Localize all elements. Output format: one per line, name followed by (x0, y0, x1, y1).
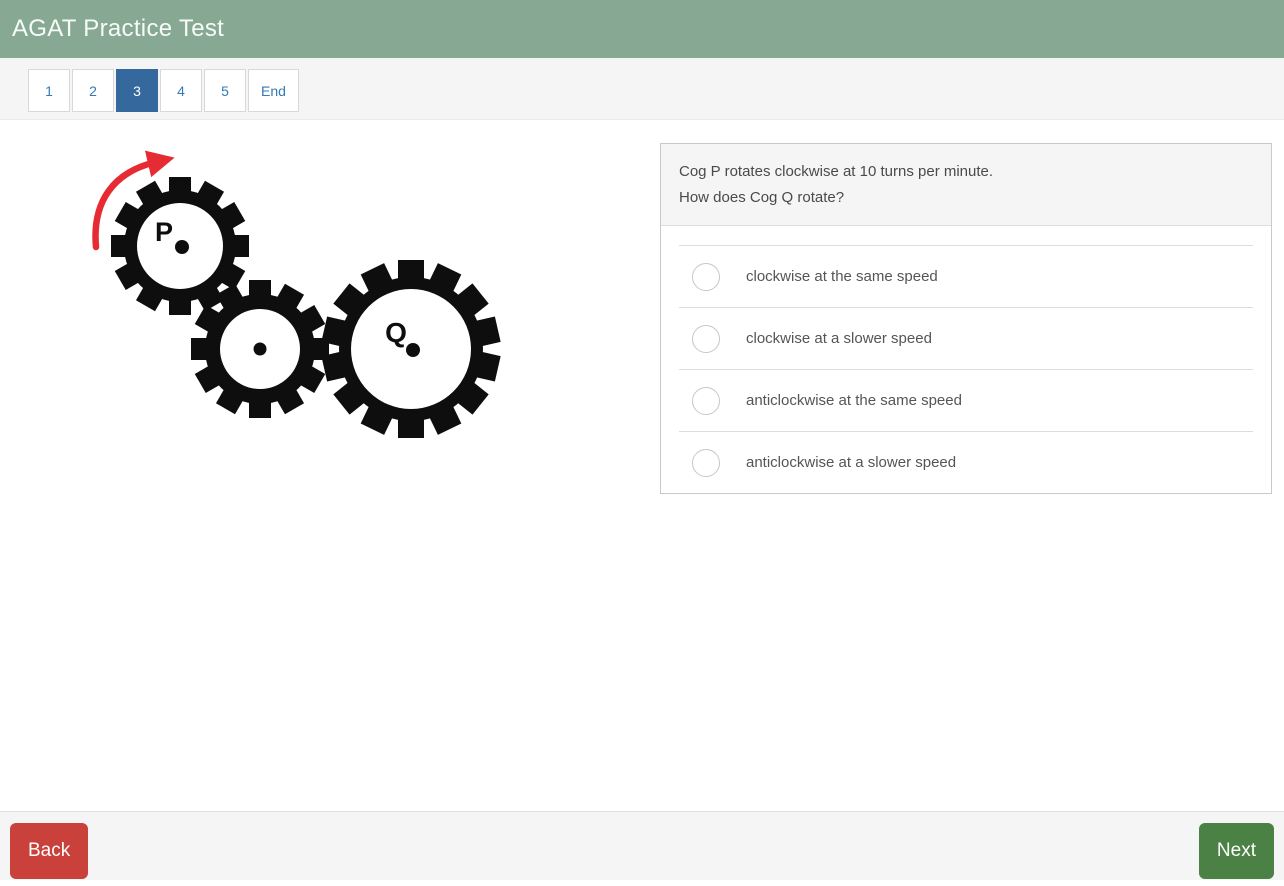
radio-button[interactable] (692, 263, 720, 291)
question-line-2: How does Cog Q rotate? (679, 185, 1253, 211)
option-label: clockwise at a slower speed (746, 330, 932, 347)
cogs-figure: P (0, 130, 560, 470)
cog-q-label: Q (385, 317, 407, 348)
radio-button[interactable] (692, 325, 720, 353)
back-button[interactable]: Back (10, 823, 88, 879)
answer-option-2[interactable]: clockwise at a slower speed (679, 307, 1253, 369)
option-label: anticlockwise at a slower speed (746, 454, 956, 471)
option-label: clockwise at the same speed (746, 268, 938, 285)
radio-button[interactable] (692, 387, 720, 415)
question-text-block: Cog P rotates clockwise at 10 turns per … (661, 144, 1271, 226)
app-header: AGAT Practice Test (0, 0, 1284, 58)
option-label: anticlockwise at the same speed (746, 392, 962, 409)
page-tab-end[interactable]: End (248, 69, 299, 112)
answer-option-3[interactable]: anticlockwise at the same speed (679, 369, 1253, 431)
cog-q: Q (321, 260, 500, 438)
answer-option-4[interactable]: anticlockwise at a slower speed (679, 431, 1253, 493)
page-title: AGAT Practice Test (12, 15, 224, 43)
question-panel: Cog P rotates clockwise at 10 turns per … (660, 143, 1272, 494)
main-content: P (0, 120, 1284, 811)
page-tab-5[interactable]: 5 (204, 69, 246, 112)
question-pagination: 1 2 3 4 5 End (0, 58, 1284, 120)
page-tab-3-active[interactable]: 3 (116, 69, 158, 112)
page-tab-4[interactable]: 4 (160, 69, 202, 112)
next-button[interactable]: Next (1199, 823, 1274, 879)
page-tab-1[interactable]: 1 (28, 69, 70, 112)
question-line-1: Cog P rotates clockwise at 10 turns per … (679, 159, 1253, 185)
page-tab-2[interactable]: 2 (72, 69, 114, 112)
footer-bar: Back Next (0, 811, 1284, 880)
radio-button[interactable] (692, 449, 720, 477)
answer-options: clockwise at the same speed clockwise at… (679, 245, 1253, 493)
cog-p-label: P (155, 217, 173, 247)
answer-option-1[interactable]: clockwise at the same speed (679, 245, 1253, 307)
